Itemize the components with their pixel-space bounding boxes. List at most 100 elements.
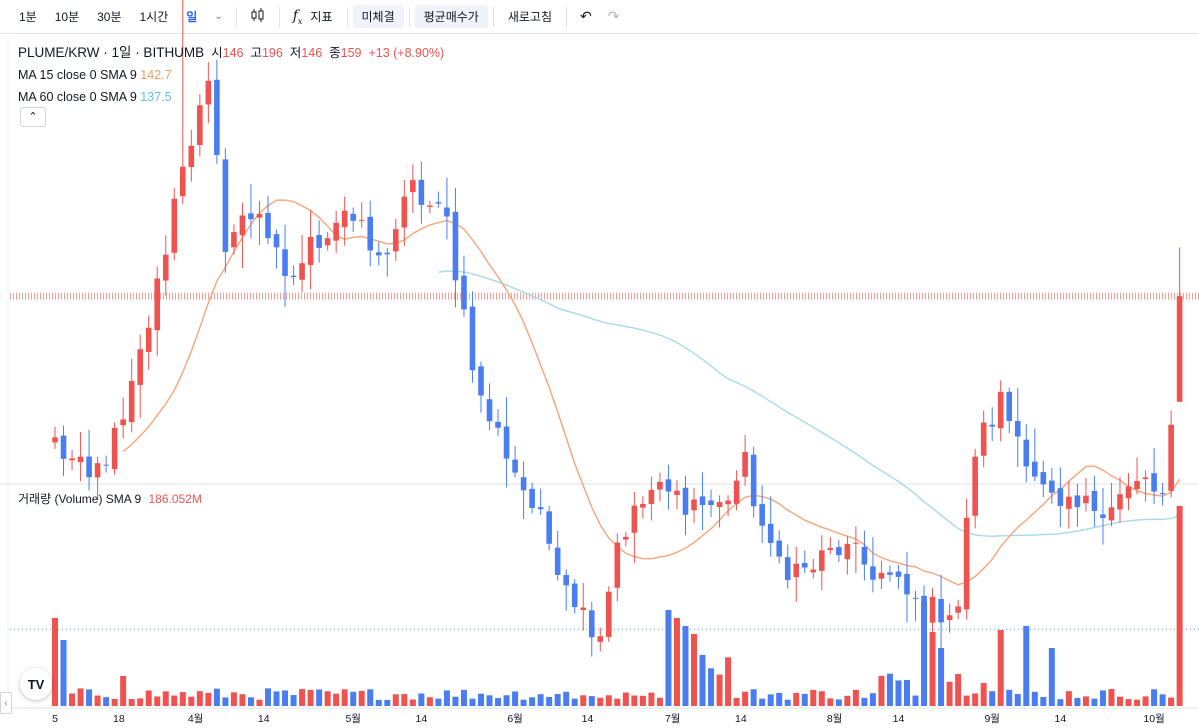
candle-body [367,216,374,251]
candle-body [997,391,1004,429]
candle-body [1134,481,1140,490]
volume-bar [111,698,118,706]
volume-bar [605,695,612,706]
volume-bar [77,688,84,706]
candle-body [1040,472,1047,485]
candle-body [1049,480,1055,493]
volume-bar [256,699,263,706]
candle-body [231,232,237,248]
chart-legend: PLUME/KRW · 1일 · BITHUMB 시146 고196 저146 … [18,42,444,108]
candle-body [904,573,910,595]
volume-bar [171,695,178,706]
candle-body [128,380,135,423]
volume-bar [921,602,928,706]
candle-body [725,500,731,505]
candle-body [563,575,569,586]
candle-body [375,252,382,256]
volume-bar [1091,698,1098,706]
candle-body [691,499,697,511]
candle-body [265,212,271,239]
candle-body [1032,461,1038,477]
volume-bar [742,691,749,706]
candle-body [853,542,859,544]
candle-body [154,278,161,331]
candle-body [111,427,118,470]
volume-bar [188,696,195,706]
volume-bar [639,695,646,706]
candle-body [1125,486,1132,499]
candle-body [529,488,535,509]
volume-bar [52,618,58,706]
volume-bar [426,697,433,706]
ma60-legend[interactable]: MA 60 close 0 SMA 9 137.5 [18,86,444,108]
candle-body [1083,495,1089,504]
high-label: 고 [250,46,262,60]
candle-body [503,426,510,459]
volume-bar [861,697,868,706]
volume-bar [154,696,161,706]
scroll-left-handle[interactable]: ‹ [0,692,12,714]
time-axis-label: 14 [735,713,747,725]
candle-body [1151,473,1157,492]
volume-bar [1057,699,1064,706]
volume-bar [699,654,706,706]
open-value: 146 [222,46,244,60]
volume-bar [495,698,502,706]
volume-bar [94,695,101,706]
collapse-legend-button[interactable]: ⌃ [20,107,46,127]
candle-body [733,480,740,504]
tradingview-logo[interactable]: TV [20,668,52,700]
candle-body [384,252,391,255]
candle-body [801,562,808,568]
volume-bar [103,697,110,706]
volume-bar [716,674,723,706]
candle-body [989,424,995,427]
volume-bar [1014,694,1021,706]
candle-body [631,505,638,533]
candle-body [827,548,834,550]
candle-body [1100,514,1106,519]
volume-bar [904,679,910,706]
candle-body [103,464,109,466]
volume-bar [818,691,825,706]
volume-bar [869,693,876,706]
candle-body [776,540,782,557]
volume-bar [273,691,280,706]
volume-bar [324,691,331,706]
candle-body [427,205,433,207]
volume-bar [1142,696,1149,706]
volume-bar [86,689,93,706]
candle-body [418,179,425,205]
candle-body [120,419,126,426]
volume-bar [963,695,970,706]
volume-bar [929,632,936,706]
volume-bar [597,697,604,706]
candle-body [478,366,484,396]
volume-bar [682,626,689,706]
candle-body [640,503,646,508]
volume-bar [1108,689,1115,706]
volume-bar [333,693,340,706]
volume-bar [1151,689,1158,706]
volume-bar [205,692,212,706]
candle-body [333,222,339,241]
volume-bar [213,688,220,706]
time-axis-label: 18 [113,713,125,725]
volume-bar [1074,697,1081,706]
candle-body [444,207,450,217]
candle-body [665,479,672,492]
volume-bar [886,673,893,706]
price-chart[interactable]: 5 18 4월 14 5월 14 6월 14 7월 14 8월 14 9월 14 10월 [0,0,1199,728]
volume-bar [452,696,459,706]
candle-body [324,238,331,246]
volume-bar [1040,697,1047,706]
candle-body [606,591,612,637]
low-value: 146 [301,46,323,60]
ma15-legend[interactable]: MA 15 close 0 SMA 9 142.7 [18,64,444,86]
volume-bar [128,699,135,706]
volume-value: 186.052M [148,492,202,506]
candle-body [972,456,978,516]
candle-body [742,451,748,477]
volume-bar [750,689,757,706]
volume-bar [980,683,987,706]
